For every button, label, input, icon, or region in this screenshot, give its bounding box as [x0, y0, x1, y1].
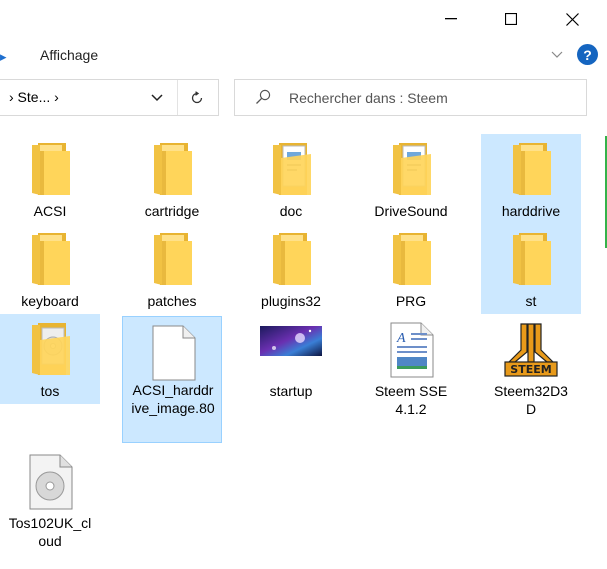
file-name-label: startup [269, 383, 313, 399]
ribbon-expand-button[interactable] [551, 47, 563, 63]
file-item[interactable]: Tos102UK_cloud [0, 446, 100, 556]
search-input[interactable] [289, 88, 569, 108]
file-name-label: ACSI [33, 203, 67, 219]
file-item[interactable]: patches [122, 224, 222, 314]
file-item[interactable]: ACSI_harddrive_image.80 [122, 316, 222, 443]
address-history-dropdown[interactable] [144, 87, 170, 109]
ribbon: ▸ Affichage ? [0, 38, 607, 72]
file-item[interactable]: st [481, 224, 581, 314]
folder-icon [241, 232, 341, 288]
folder-with-documents-icon [241, 142, 341, 198]
file-name-label: keyboard [21, 293, 79, 309]
file-item[interactable]: doc [241, 134, 341, 224]
file-item[interactable]: tos [0, 314, 100, 404]
file-item[interactable]: ACSI [0, 134, 100, 224]
atari-steem-icon: STEEM [481, 322, 581, 378]
folder-icon [481, 232, 581, 288]
file-name-label: plugins32 [261, 293, 321, 309]
blank-file-icon [123, 325, 223, 381]
file-item[interactable]: cartridge [122, 134, 222, 224]
file-item[interactable]: PRG [361, 224, 461, 314]
file-item[interactable]: plugins32 [241, 224, 341, 314]
ribbon-tab-edge[interactable]: ▸ [0, 49, 7, 65]
file-name-label: doc [279, 203, 303, 219]
file-name-label: tos [40, 383, 60, 399]
file-item[interactable]: A Steem SSE 4.1.2 [361, 314, 461, 424]
file-name-label: DriveSound [374, 203, 448, 219]
file-item[interactable]: startup [241, 314, 341, 404]
folder-icon [122, 142, 222, 198]
disc-image-icon [0, 454, 100, 510]
svg-text:A: A [396, 331, 406, 346]
file-name-label: Steem SSE 4.1.2 [374, 383, 448, 417]
breadcrumb[interactable]: › Ste... › [9, 89, 59, 105]
folder-with-disc-icon [0, 322, 100, 378]
file-name-label: Steem32D3D [494, 383, 568, 417]
file-item[interactable]: keyboard [0, 224, 100, 314]
file-name-label: harddrive [501, 203, 561, 219]
minimize-icon [445, 18, 457, 20]
folder-icon [0, 232, 100, 288]
folder-with-documents-icon [361, 142, 461, 198]
folder-icon [361, 232, 461, 288]
folder-icon [0, 142, 100, 198]
folder-icon [122, 232, 222, 288]
search-box[interactable] [234, 79, 587, 116]
help-button[interactable]: ? [577, 44, 598, 65]
file-item[interactable]: harddrive [481, 134, 581, 224]
tab-affichage[interactable]: Affichage [40, 47, 98, 63]
file-name-label: Tos102UK_cloud [8, 515, 92, 549]
maximize-button[interactable] [488, 0, 534, 38]
title-bar [0, 0, 607, 38]
svg-text:STEEM: STEEM [510, 363, 551, 376]
search-icon [255, 89, 271, 108]
address-bar[interactable]: › Ste... › [0, 79, 219, 116]
folder-icon [481, 142, 581, 198]
file-item[interactable]: DriveSound [361, 134, 461, 224]
refresh-icon [191, 91, 203, 104]
file-name-label: st [525, 293, 537, 309]
file-name-label: ACSI_harddrive_image.80 [131, 382, 215, 416]
divider [177, 80, 178, 115]
minimize-button[interactable] [428, 0, 474, 38]
image-file-icon [241, 322, 341, 378]
close-icon [565, 12, 579, 26]
file-name-label: patches [147, 293, 197, 309]
text-document-icon: A [361, 322, 461, 378]
close-button[interactable] [549, 0, 595, 38]
file-item[interactable]: STEEM Steem32D3D [481, 314, 581, 424]
file-name-label: PRG [395, 293, 427, 309]
maximize-icon [505, 13, 517, 25]
file-name-label: cartridge [144, 203, 200, 219]
chevron-down-icon [551, 51, 563, 58]
chevron-down-icon [151, 94, 163, 102]
refresh-button[interactable] [182, 85, 212, 111]
